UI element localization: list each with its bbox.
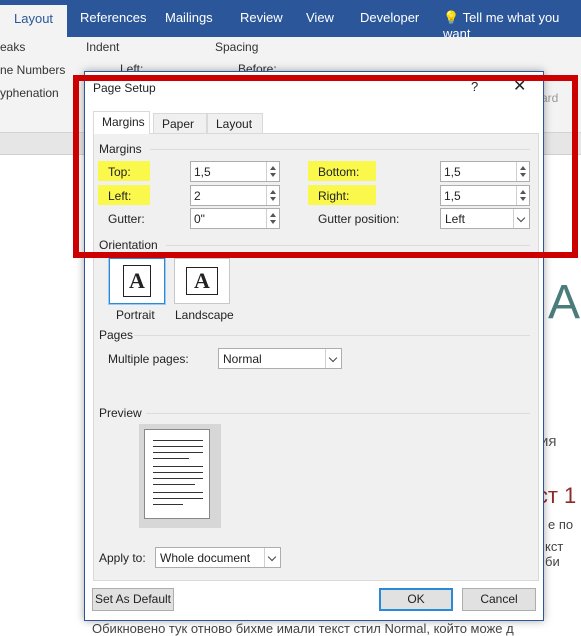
preview-section-title: Preview (99, 406, 142, 420)
ok-button[interactable]: OK (379, 588, 453, 611)
lightbulb-icon: 💡 (443, 10, 460, 25)
preview-line (153, 484, 195, 485)
hyphenation-menu[interactable]: yphenation (0, 86, 59, 100)
portrait-icon: A (123, 265, 151, 297)
tab-references[interactable]: References (80, 10, 146, 25)
doc-text-fragment-1: е по (548, 517, 574, 532)
chevron-down-icon[interactable] (325, 349, 341, 368)
multiple-pages-label: Multiple pages: (108, 352, 189, 366)
page-preview (139, 424, 221, 528)
cancel-button[interactable]: Cancel (462, 588, 536, 611)
tab-view[interactable]: View (306, 10, 334, 25)
tab-developer[interactable]: Developer (360, 10, 419, 25)
preview-line (153, 446, 203, 447)
preview-page (144, 429, 210, 519)
apply-to-select[interactable]: Whole document (155, 547, 281, 568)
preview-line (153, 440, 203, 441)
apply-to-label: Apply to: (99, 551, 146, 565)
landscape-option[interactable]: A (174, 258, 230, 304)
tab-margins[interactable]: Margins (93, 111, 150, 134)
tab-mailings[interactable]: Mailings (165, 10, 213, 25)
tab-layout[interactable]: Layout (0, 5, 68, 37)
annotation-highlight-box (73, 75, 578, 258)
preview-line (153, 452, 203, 453)
multiple-pages-value: Normal (223, 352, 262, 366)
preview-line (153, 498, 203, 499)
preview-line (153, 492, 203, 493)
section-divider (146, 413, 530, 414)
preview-line (153, 504, 183, 505)
line-numbers-menu[interactable]: ne Numbers (0, 63, 65, 77)
preview-line (153, 472, 203, 473)
breaks-menu[interactable]: eaks (0, 40, 25, 54)
preview-line (153, 458, 189, 459)
set-as-default-button[interactable]: Set As Default (92, 588, 174, 611)
pages-section-title: Pages (99, 328, 134, 342)
portrait-label: Portrait (116, 308, 155, 322)
landscape-icon: A (186, 267, 218, 295)
ribbon-tab-bar: Layout References Mailings Review View D… (0, 0, 581, 41)
apply-to-value: Whole document (160, 551, 251, 565)
multiple-pages-select[interactable]: Normal (218, 348, 342, 369)
doc-text-fragment-2: кст би (545, 539, 564, 569)
chevron-down-icon[interactable] (264, 548, 280, 567)
doc-heading-fragment: A (548, 276, 581, 329)
landscape-label: Landscape (175, 308, 234, 322)
indent-label: Indent (86, 40, 120, 54)
preview-line (153, 478, 203, 479)
preview-line (153, 466, 203, 467)
spacing-label: Spacing (215, 40, 259, 54)
tab-review[interactable]: Review (240, 10, 283, 25)
section-divider (134, 335, 530, 336)
portrait-option[interactable]: A (109, 258, 165, 304)
